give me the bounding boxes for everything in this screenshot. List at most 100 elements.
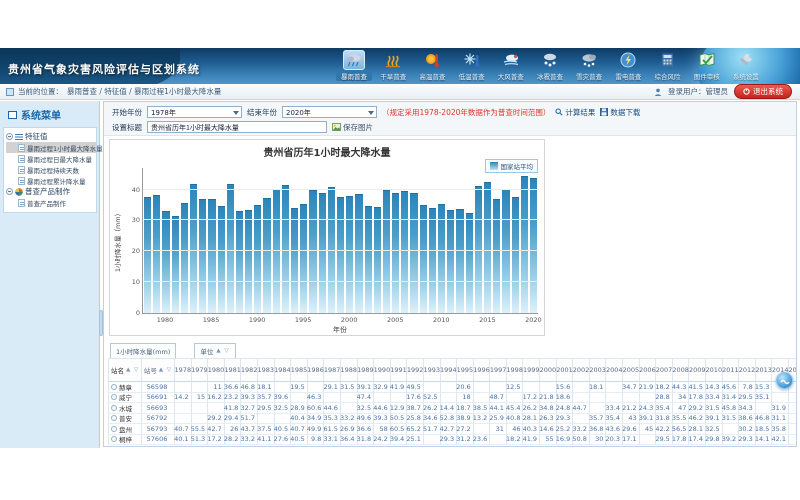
col-year-header[interactable]: 2008: [673, 358, 690, 382]
nav-map-review-button[interactable]: 图件审核: [689, 50, 725, 81]
unit-chip[interactable]: 单位▲ ▽: [194, 343, 235, 359]
start-year-select[interactable]: 1978年: [147, 106, 242, 118]
col-year-header[interactable]: 2007: [656, 358, 673, 382]
col-year-header[interactable]: 1981: [225, 358, 242, 382]
nav-snow-button[interactable]: 雪灾普查: [571, 50, 607, 81]
bar-1990[interactable]: [254, 205, 261, 313]
expander-icon[interactable]: [6, 188, 13, 195]
bar-2018[interactable]: [512, 197, 519, 313]
expander-icon[interactable]: [6, 133, 13, 140]
col-year-header[interactable]: 2009: [689, 358, 706, 382]
col-year-header[interactable]: 2005: [623, 358, 640, 382]
download-button[interactable]: 数据下载: [600, 107, 640, 118]
nav-wind-button[interactable]: 大风普查: [493, 50, 529, 81]
bar-2000[interactable]: [346, 196, 353, 313]
col-year-header[interactable]: 1985: [291, 358, 308, 382]
bar-1978[interactable]: [144, 197, 151, 313]
bar-1999[interactable]: [337, 197, 344, 313]
col-year-header[interactable]: 1996: [474, 358, 491, 382]
nav-high-temp-button[interactable]: 高温普查: [414, 50, 450, 81]
col-year-header[interactable]: 1982: [241, 358, 258, 382]
row-expander-icon[interactable]: [111, 436, 117, 442]
col-year-header[interactable]: 1979: [192, 358, 209, 382]
bar-2016[interactable]: [493, 199, 500, 313]
nav-settings-button[interactable]: 系统设置: [728, 50, 764, 81]
col-year-header[interactable]: 2013: [756, 358, 773, 382]
row-expander-icon[interactable]: [111, 405, 117, 411]
col-year-header[interactable]: 1986: [308, 358, 325, 382]
bar-2020[interactable]: [530, 178, 537, 313]
logout-button[interactable]: 退出系统: [734, 84, 792, 99]
col-year-header[interactable]: 1994: [441, 358, 458, 382]
col-year-header[interactable]: 2011: [723, 358, 740, 382]
bar-2007[interactable]: [410, 193, 417, 313]
station-name-cell[interactable]: 赫章: [108, 382, 142, 393]
col-year-header[interactable]: 2004: [606, 358, 623, 382]
nav-drought-button[interactable]: 干旱普查: [375, 50, 411, 81]
sidebar-item[interactable]: 暴雨过程1小时最大降水量: [6, 142, 96, 153]
row-expander-icon[interactable]: [111, 415, 117, 421]
bar-1981[interactable]: [172, 216, 179, 313]
col-year-header[interactable]: 1988: [341, 358, 358, 382]
col-year-header[interactable]: 1987: [324, 358, 341, 382]
station-name-cell[interactable]: 威宁: [108, 393, 142, 404]
col-year-header[interactable]: 1990: [374, 358, 391, 382]
bar-2009[interactable]: [429, 208, 436, 313]
bar-2004[interactable]: [383, 190, 390, 313]
bar-2019[interactable]: [521, 176, 528, 313]
bar-2013[interactable]: [466, 213, 473, 313]
col-year-header[interactable]: 1991: [391, 358, 408, 382]
bar-2006[interactable]: [401, 191, 408, 313]
station-name-cell[interactable]: 普安: [108, 414, 142, 425]
bar-1987[interactable]: [227, 184, 234, 313]
float-button[interactable]: [776, 372, 793, 389]
bar-1994[interactable]: [291, 208, 298, 314]
col-year-header[interactable]: 1997: [490, 358, 507, 382]
bar-1985[interactable]: [208, 199, 215, 313]
col-station-header[interactable]: 站名 ▲ ▽: [108, 358, 142, 382]
nav-risk-button[interactable]: 综合风险: [650, 50, 686, 81]
chart-title-input[interactable]: [147, 121, 327, 133]
sidebar-item[interactable]: 普查产品制作: [6, 197, 96, 208]
nav-hail-button[interactable]: 冰雹普查: [532, 50, 568, 81]
bar-1983[interactable]: [190, 184, 197, 313]
bar-2012[interactable]: [456, 209, 463, 313]
col-id-header[interactable]: 站号 ▲ ▽: [142, 358, 175, 382]
col-year-header[interactable]: 1984: [275, 358, 292, 382]
bar-2008[interactable]: [420, 205, 427, 313]
nav-low-temp-button[interactable]: 低温普查: [454, 50, 490, 81]
row-expander-icon[interactable]: [111, 426, 117, 432]
sidebar-item[interactable]: 暴雨过程持续天数: [6, 164, 96, 175]
bar-1997[interactable]: [319, 193, 326, 313]
bar-2001[interactable]: [355, 194, 362, 313]
col-year-header[interactable]: 1978: [175, 358, 192, 382]
calculate-button[interactable]: 计算结果: [555, 107, 595, 118]
bar-1991[interactable]: [263, 198, 270, 313]
bar-1980[interactable]: [162, 211, 169, 313]
nav-lightning-button[interactable]: 雷电普查: [610, 50, 646, 81]
bar-2015[interactable]: [484, 182, 491, 313]
tree-group[interactable]: 普查产品制作: [6, 186, 96, 197]
bar-1979[interactable]: [153, 195, 160, 313]
bar-2005[interactable]: [392, 193, 399, 313]
col-year-header[interactable]: 2006: [640, 358, 657, 382]
col-year-header[interactable]: 2012: [739, 358, 756, 382]
col-year-header[interactable]: 1983: [258, 358, 275, 382]
end-year-select[interactable]: 2020年: [282, 106, 377, 118]
field-chip[interactable]: 1小时降水量(mm): [110, 343, 176, 359]
col-year-header[interactable]: 2001: [557, 358, 574, 382]
bar-1988[interactable]: [236, 211, 243, 313]
tree-group[interactable]: 特征值: [6, 131, 96, 142]
col-year-header[interactable]: 1995: [457, 358, 474, 382]
sidebar-item[interactable]: 暴雨过程累计降水量: [6, 175, 96, 186]
bar-1986[interactable]: [218, 206, 225, 313]
nav-rain-button[interactable]: 暴雨普查: [336, 50, 372, 81]
station-name-cell[interactable]: 盘州: [108, 424, 142, 435]
sidebar-item[interactable]: 暴雨过程日最大降水量: [6, 153, 96, 164]
col-year-header[interactable]: 2003: [590, 358, 607, 382]
col-year-header[interactable]: 1998: [507, 358, 524, 382]
save-image-button[interactable]: 保存图片: [332, 122, 373, 133]
row-expander-icon[interactable]: [111, 384, 117, 390]
col-year-header[interactable]: 1989: [358, 358, 375, 382]
bar-1993[interactable]: [282, 185, 289, 313]
